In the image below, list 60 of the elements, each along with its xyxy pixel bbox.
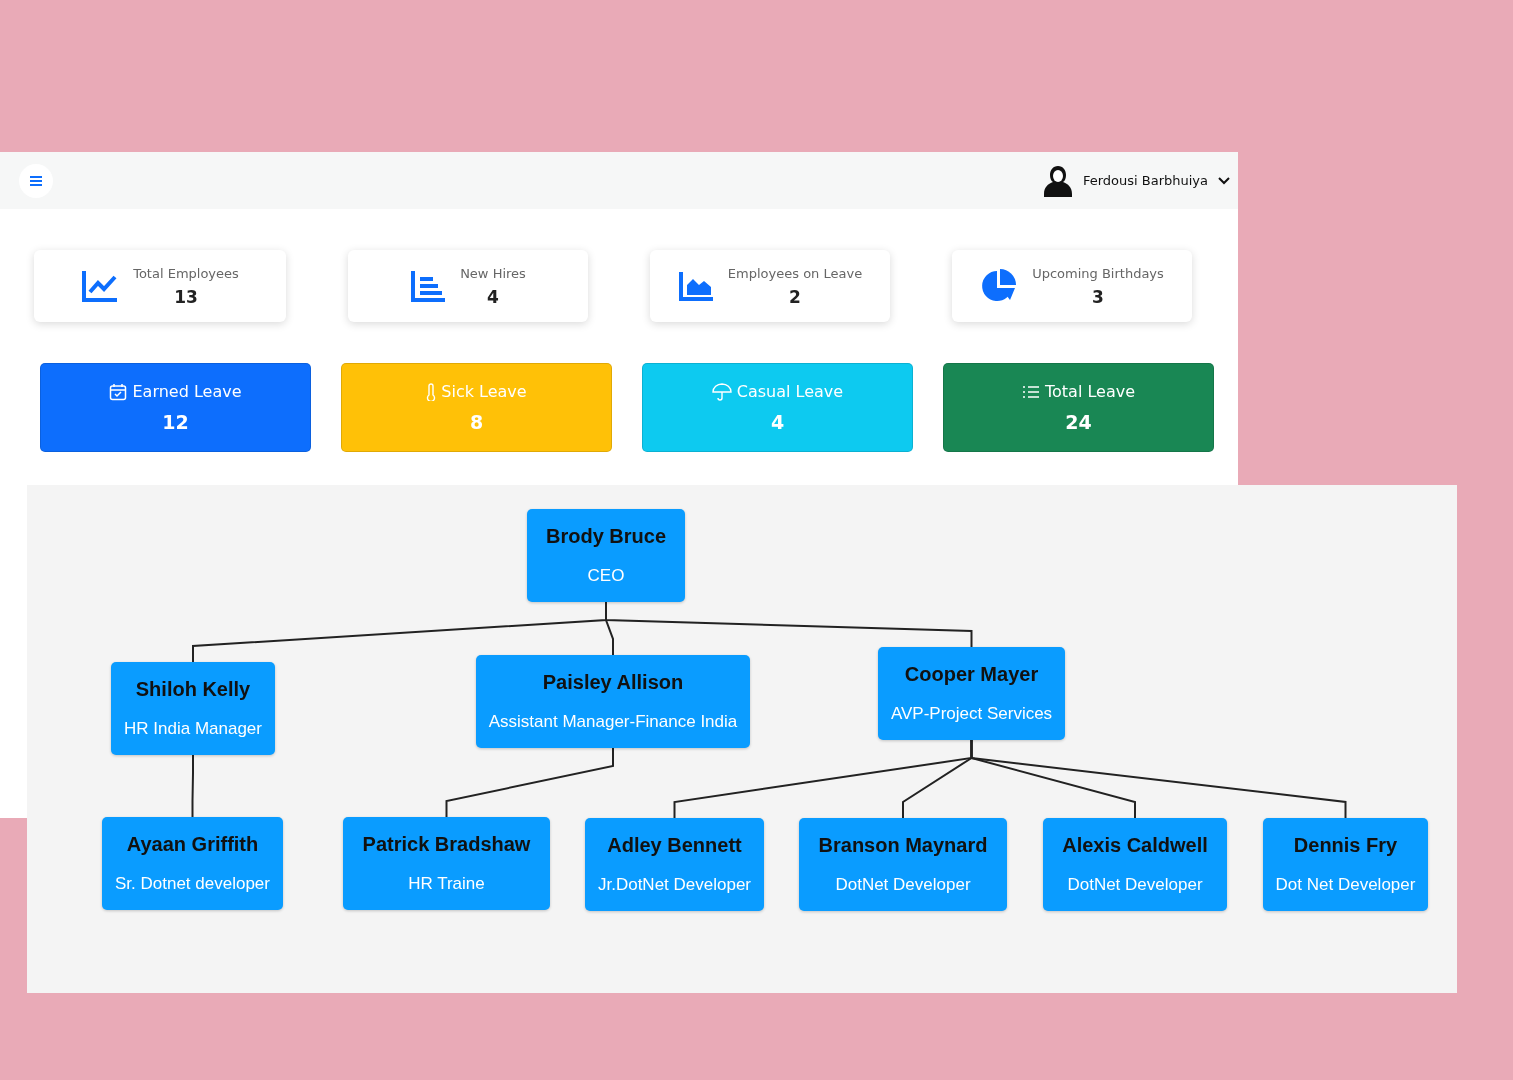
leave-value: 8: [469, 411, 484, 433]
stat-value: 13: [174, 286, 198, 307]
job-title: Sr. Dotnet developer: [115, 874, 270, 894]
job-title: Jr.DotNet Developer: [597, 875, 752, 895]
person-name: Paisley Allison: [542, 671, 684, 694]
leave-value: 24: [1065, 411, 1092, 433]
org-node[interactable]: Patrick Bradshaw HR Traine: [343, 817, 550, 910]
stat-label: Upcoming Birthdays: [1032, 265, 1164, 281]
job-title: DotNet Developer: [1067, 875, 1203, 895]
org-node[interactable]: Paisley Allison Assistant Manager-Finance India: [476, 655, 750, 748]
leave-value: 4: [770, 411, 785, 433]
person-name: Alexis Caldwell: [1062, 834, 1208, 857]
person-name: Shiloh Kelly: [135, 678, 251, 701]
user-avatar-icon: [1042, 163, 1073, 198]
stat-label: Total Employees: [133, 265, 239, 281]
person-name: Patrick Bradshaw: [362, 833, 531, 856]
stat-label: Employees on Leave: [727, 265, 863, 281]
user-name[interactable]: Ferdousi Barbhuiya: [1082, 173, 1208, 188]
stat-value: 2: [789, 286, 801, 307]
job-title: HR India Manager: [124, 719, 262, 739]
area-chart-icon: [677, 270, 714, 302]
org-node[interactable]: Shiloh Kelly HR India Manager: [111, 662, 275, 755]
person-name: Branson Maynard: [818, 834, 988, 857]
stat-label: New Hires: [460, 265, 526, 281]
leave-value: 12: [162, 411, 189, 433]
leave-label: Sick Leave: [441, 382, 527, 401]
umbrella-icon: [711, 382, 732, 401]
org-node[interactable]: Brody Bruce CEO: [527, 509, 685, 602]
job-title: Assistant Manager-Finance India: [488, 712, 738, 732]
org-node[interactable]: Branson Maynard DotNet Developer: [799, 818, 1007, 911]
leave-label: Casual Leave: [736, 382, 844, 401]
job-title: AVP-Project Services: [890, 704, 1053, 724]
person-name: Brody Bruce: [546, 525, 666, 548]
person-name: Ayaan Griffith: [126, 833, 259, 856]
menu-button[interactable]: [19, 163, 53, 198]
job-title: DotNet Developer: [835, 875, 971, 895]
org-node[interactable]: Cooper Mayer AVP-Project Services: [878, 647, 1065, 740]
connector-line: [191, 754, 194, 818]
bar-list-icon: [410, 269, 447, 303]
chevron-down-icon[interactable]: [1218, 176, 1230, 185]
person-name: Cooper Mayer: [904, 663, 1039, 686]
thermometer-icon: [426, 382, 437, 401]
leave-label: Total Leave: [1044, 382, 1135, 401]
line-chart-icon: [81, 269, 120, 303]
stat-value: 4: [487, 286, 499, 307]
menu-icon: [29, 174, 43, 187]
job-title: CEO: [587, 566, 625, 586]
person-name: Adley Bennett: [607, 834, 742, 857]
calendar-check-icon: [109, 382, 128, 401]
job-title: HR Traine: [408, 874, 485, 894]
org-node[interactable]: Adley Bennett Jr.DotNet Developer: [585, 818, 764, 911]
org-node[interactable]: Alexis Caldwell DotNet Developer: [1043, 818, 1227, 911]
list-icon: [1021, 384, 1040, 399]
org-node[interactable]: Ayaan Griffith Sr. Dotnet developer: [102, 817, 283, 910]
pie-chart-icon: [980, 268, 1019, 304]
org-node[interactable]: Dennis Fry Dot Net Developer: [1263, 818, 1428, 911]
leave-label: Earned Leave: [132, 382, 242, 401]
stat-value: 3: [1092, 286, 1104, 307]
job-title: Dot Net Developer: [1275, 875, 1416, 895]
person-name: Dennis Fry: [1293, 834, 1398, 857]
